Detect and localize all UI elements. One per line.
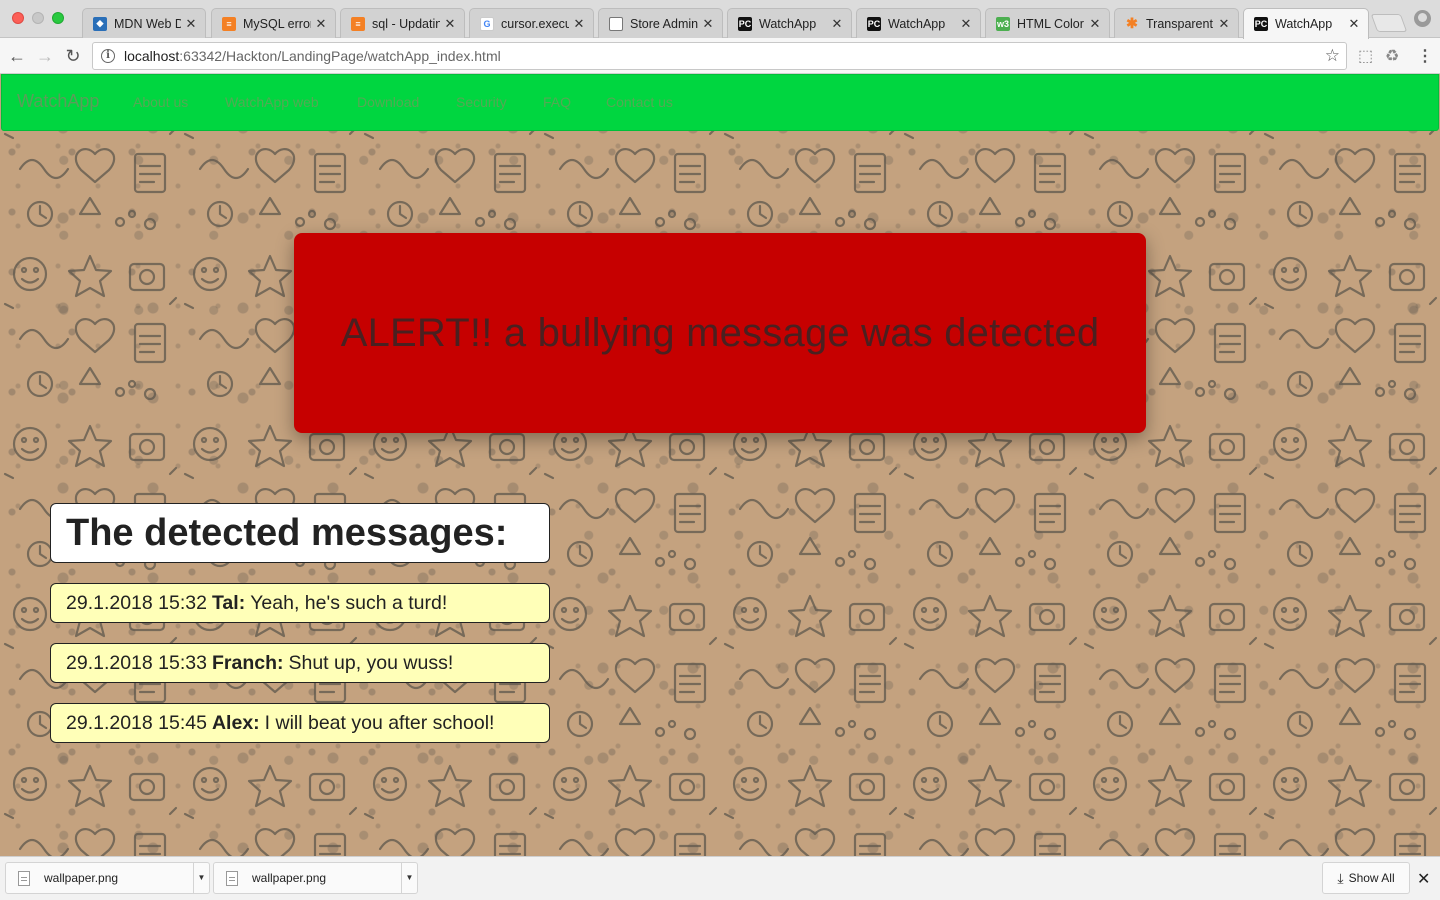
mdn-icon: ◆	[93, 16, 107, 31]
download-item[interactable]: wallpaper.png ▼	[5, 862, 210, 894]
tab-cursor-execute[interactable]: G cursor.execut ✕	[469, 8, 594, 38]
download-shelf: wallpaper.png ▼ wallpaper.png ▼ ⤓ Show A…	[0, 856, 1440, 900]
tab-transparent[interactable]: ✱ Transparent B ✕	[1114, 8, 1239, 38]
reload-icon[interactable]: ↻	[61, 44, 85, 68]
detected-message: 29.1.2018 15:32 Tal: Yeah, he's such a tur…	[50, 583, 550, 623]
nav-about-us[interactable]: About us	[133, 94, 188, 110]
close-tab-icon[interactable]: ✕	[315, 16, 327, 32]
tab-watchapp-1[interactable]: PC WatchApp ✕	[727, 8, 852, 38]
tab-sql-updating[interactable]: ≡ sql - Updatin ✕	[340, 8, 465, 38]
profile-icon[interactable]	[1414, 10, 1431, 27]
file-icon	[18, 870, 30, 886]
maximize-window-button[interactable]	[52, 12, 64, 24]
download-icon: ⤓	[1337, 869, 1344, 886]
forward-arrow-icon[interactable]: →	[33, 44, 57, 68]
pycharm-icon: PC	[867, 16, 881, 31]
nav-download[interactable]: Download	[357, 94, 419, 110]
bullying-alert-banner: ALERT!! a bullying message was detected	[294, 233, 1146, 433]
bookmark-star-icon[interactable]: ☆	[1325, 46, 1340, 66]
browser-toolbar: ← → ↻ i localhost:63342/Hackton/LandingP…	[0, 38, 1440, 74]
detected-messages-heading: The detected messages:	[50, 503, 550, 563]
close-tab-icon[interactable]: ✕	[444, 16, 456, 32]
chevron-down-icon[interactable]: ▼	[401, 863, 417, 893]
stackoverflow-icon: ≡	[222, 16, 236, 31]
close-window-button[interactable]	[12, 12, 24, 24]
page-icon	[609, 16, 623, 31]
close-shelf-icon[interactable]: ✕	[1417, 869, 1430, 889]
detected-message: 29.1.2018 15:33 Franch: Shut up, you wuss!	[50, 643, 550, 683]
tab-mdn[interactable]: ◆ MDN Web Do ✕	[82, 8, 206, 38]
tab-mysql-error[interactable]: ≡ MySQL error ✕	[211, 8, 336, 38]
tab-watchapp-2[interactable]: PC WatchApp ✕	[856, 8, 981, 38]
alert-text: ALERT!! a bullying message was detected	[340, 310, 1100, 355]
nav-contact-us[interactable]: Contact us	[606, 94, 673, 110]
pycharm-icon: PC	[738, 16, 752, 31]
detected-message: 29.1.2018 15:45 Alex: I will beat you afte…	[50, 703, 550, 743]
site-navbar: WatchApp About us WatchApp web Download …	[1, 74, 1439, 131]
menu-dots-icon[interactable]: ⋮	[1417, 46, 1433, 66]
pycharm-icon: PC	[1254, 17, 1268, 31]
w3schools-icon: w3	[996, 16, 1010, 31]
recycle-extension-icon[interactable]: ♻	[1385, 46, 1399, 66]
close-tab-icon[interactable]: ✕	[573, 16, 585, 32]
extension-icon[interactable]: ⬚	[1358, 46, 1373, 66]
close-tab-icon[interactable]: ✕	[831, 16, 843, 32]
stackoverflow-icon: ≡	[351, 16, 365, 31]
nav-security[interactable]: Security	[456, 94, 507, 110]
back-arrow-icon[interactable]: ←	[5, 44, 29, 68]
file-icon	[226, 870, 238, 886]
tab-watchapp-active[interactable]: PC WatchApp ✕	[1243, 8, 1369, 39]
page-content: WatchApp About us WatchApp web Download …	[0, 74, 1440, 856]
tab-html-color[interactable]: w3 HTML Color P ✕	[985, 8, 1110, 38]
brand-link[interactable]: WatchApp	[17, 91, 99, 112]
close-tab-icon[interactable]: ✕	[1348, 16, 1360, 32]
nav-watchapp-web[interactable]: WatchApp web	[225, 94, 319, 110]
close-tab-icon[interactable]: ✕	[960, 16, 972, 32]
close-tab-icon[interactable]: ✕	[1089, 16, 1101, 32]
google-icon: G	[480, 16, 494, 31]
chevron-down-icon[interactable]: ▼	[193, 863, 209, 893]
new-tab-button[interactable]	[1370, 14, 1408, 32]
close-tab-icon[interactable]: ✕	[702, 16, 714, 32]
close-tab-icon[interactable]: ✕	[185, 16, 197, 32]
nav-faq[interactable]: FAQ	[543, 94, 571, 110]
tab-store-admin[interactable]: Store Admin ✕	[598, 8, 723, 38]
address-bar[interactable]: i localhost:63342/Hackton/LandingPage/wa…	[92, 42, 1347, 70]
asterisk-icon: ✱	[1126, 15, 1138, 31]
download-item[interactable]: wallpaper.png ▼	[213, 862, 418, 894]
minimize-window-button[interactable]	[32, 12, 44, 24]
show-all-downloads-button[interactable]: ⤓ Show All	[1322, 862, 1410, 894]
tab-strip: ◆ MDN Web Do ✕ ≡ MySQL error ✕ ≡ sql - U…	[0, 0, 1440, 39]
info-icon[interactable]: i	[101, 49, 115, 63]
close-tab-icon[interactable]: ✕	[1218, 16, 1230, 32]
url-text[interactable]: localhost:63342/Hackton/LandingPage/watc…	[124, 48, 1325, 64]
